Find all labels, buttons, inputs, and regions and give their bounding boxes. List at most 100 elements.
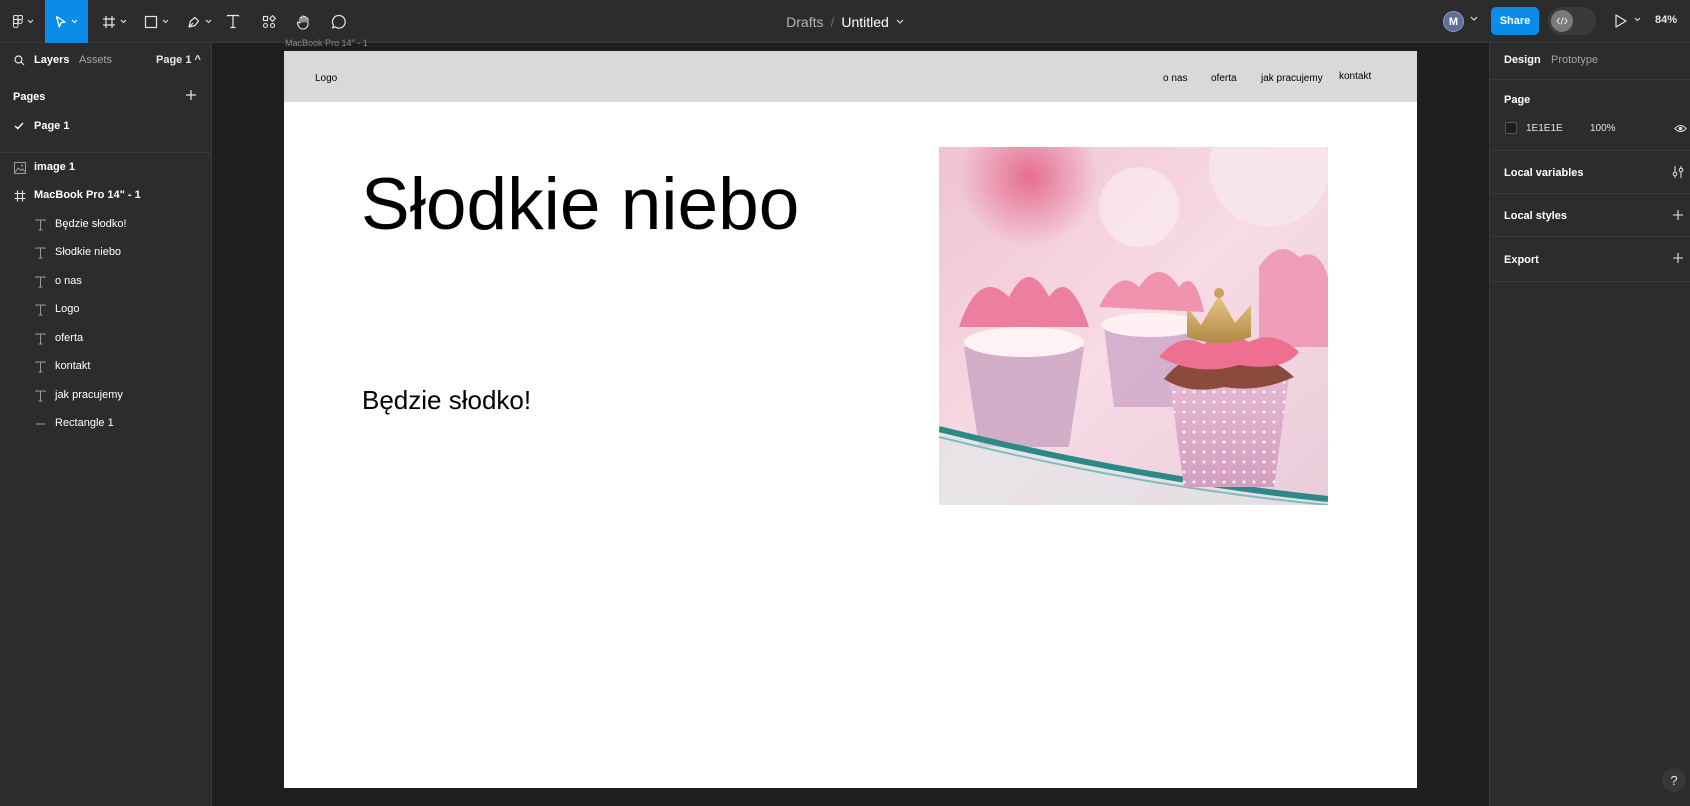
layer-item-o-nas[interactable]: o nas	[0, 269, 211, 295]
add-page-icon[interactable]	[185, 89, 197, 101]
frame-icon	[14, 190, 26, 202]
text-icon	[35, 247, 46, 259]
local-styles-title[interactable]: Local styles	[1504, 210, 1567, 222]
text-icon	[35, 276, 46, 288]
share-button[interactable]: Share	[1491, 7, 1539, 35]
layers-panel: Layers Assets Page 1 ^ Pages Page 1 imag…	[0, 43, 212, 806]
site-nav-bar[interactable]: Logo o nas oferta jak pracujemy kontakt	[284, 51, 1417, 102]
chevron-down-icon	[120, 19, 126, 24]
site-logo-text[interactable]: Logo	[315, 73, 337, 84]
page-item-page-1[interactable]: Page 1	[0, 115, 211, 139]
top-toolbar: Drafts / Untitled M Share 84%	[0, 0, 1690, 43]
code-icon	[1556, 17, 1568, 25]
tab-prototype[interactable]: Prototype	[1551, 54, 1598, 66]
nav-link-kontakt[interactable]: kontakt	[1339, 71, 1371, 82]
panel-divider	[0, 152, 211, 153]
nav-link-oferta[interactable]: oferta	[1211, 73, 1237, 84]
dev-mode-knob	[1551, 10, 1573, 32]
cupcake-image[interactable]	[939, 147, 1328, 505]
breadcrumb-drafts-link[interactable]: Drafts	[786, 14, 823, 30]
hand-icon	[296, 14, 309, 30]
pen-tool-button[interactable]	[181, 0, 217, 43]
page-color-swatch[interactable]	[1505, 122, 1517, 134]
chevron-down-icon[interactable]	[1634, 17, 1641, 22]
hand-tool-button[interactable]	[293, 0, 315, 43]
layer-item-bedzie-slodko[interactable]: Będzie słodko!	[0, 212, 211, 238]
left-panel-tabs: Layers Assets Page 1 ^	[0, 43, 212, 79]
layer-name: image 1	[34, 161, 75, 173]
chevron-down-icon	[162, 19, 168, 24]
text-icon	[35, 304, 46, 316]
page-section-title: Page	[1504, 94, 1531, 106]
chevron-down-icon[interactable]	[896, 19, 904, 24]
components-icon	[262, 14, 276, 28]
layer-name: Słodkie niebo	[55, 246, 122, 258]
tab-layers[interactable]: Layers	[34, 54, 69, 66]
text-icon	[35, 333, 46, 345]
user-avatar[interactable]: M	[1443, 11, 1464, 32]
layer-item-macbook-frame[interactable]: MacBook Pro 14" - 1	[0, 183, 211, 209]
search-icon[interactable]	[14, 55, 25, 66]
eye-icon[interactable]	[1674, 124, 1687, 133]
layer-item-rectangle-1[interactable]: Rectangle 1	[0, 411, 211, 437]
panel-divider	[1490, 193, 1690, 194]
panel-divider	[1490, 150, 1690, 151]
pen-icon	[187, 16, 199, 28]
comment-icon	[331, 14, 346, 29]
chevron-down-icon	[205, 19, 211, 24]
breadcrumb-separator: /	[830, 13, 835, 30]
hero-subtitle[interactable]: Będzie słodko!	[362, 387, 531, 413]
layer-item-oferta[interactable]: oferta	[0, 326, 211, 352]
page-item-label: Page 1	[34, 120, 70, 132]
frame-tool-button[interactable]	[96, 0, 132, 43]
layer-item-logo[interactable]: Logo	[0, 297, 211, 323]
panel-divider	[1490, 281, 1690, 282]
file-title[interactable]: Untitled	[841, 14, 888, 30]
resources-tool-button[interactable]	[258, 0, 280, 43]
zoom-level[interactable]: 84%	[1655, 14, 1677, 26]
help-button[interactable]: ?	[1662, 768, 1686, 792]
main-menu-button[interactable]	[6, 0, 40, 43]
layer-name: kontakt	[55, 360, 91, 372]
tab-design[interactable]: Design	[1504, 54, 1541, 66]
cursor-icon	[55, 15, 66, 28]
text-icon	[35, 219, 46, 231]
chevron-down-icon	[71, 19, 78, 24]
layer-name: MacBook Pro 14" - 1	[34, 189, 141, 201]
hero-title[interactable]: Słodkie niebo	[361, 168, 799, 241]
plus-icon[interactable]	[1672, 209, 1684, 221]
page-selector[interactable]: Page 1 ^	[156, 54, 201, 66]
play-icon[interactable]	[1614, 13, 1628, 29]
chevron-down-icon	[27, 19, 33, 24]
layer-item-image-1[interactable]: image 1	[0, 155, 211, 181]
nav-link-jak-pracujemy[interactable]: jak pracujemy	[1261, 73, 1323, 84]
image-icon	[14, 162, 26, 174]
local-variables-title[interactable]: Local variables	[1504, 167, 1584, 179]
plus-icon[interactable]	[1672, 252, 1684, 264]
layer-item-kontakt[interactable]: kontakt	[0, 354, 211, 380]
shape-tool-button[interactable]	[138, 0, 174, 43]
page-color-opacity[interactable]: 100%	[1590, 123, 1616, 134]
tab-assets[interactable]: Assets	[79, 54, 112, 66]
layer-item-slodkie-niebo[interactable]: Słodkie niebo	[0, 240, 211, 266]
rectangle-icon	[144, 15, 157, 28]
dev-mode-toggle[interactable]	[1548, 7, 1596, 35]
text-icon	[35, 361, 46, 373]
figma-logo-icon	[12, 15, 23, 28]
panel-divider	[1490, 236, 1690, 237]
layer-name: Rectangle 1	[55, 417, 114, 429]
text-tool-button[interactable]	[222, 0, 244, 43]
frame-icon	[102, 15, 115, 28]
frame-label[interactable]: MacBook Pro 14" - 1	[285, 38, 368, 48]
text-icon	[226, 14, 240, 29]
layer-name: Będzie słodko!	[55, 218, 127, 230]
layer-item-jak-pracujemy[interactable]: jak pracujemy	[0, 383, 211, 409]
comment-tool-button[interactable]	[328, 0, 350, 43]
page-color-hex[interactable]: 1E1E1E	[1526, 123, 1563, 134]
nav-link-o-nas[interactable]: o nas	[1163, 73, 1187, 84]
chevron-down-icon[interactable]	[1470, 16, 1478, 21]
export-title[interactable]: Export	[1504, 254, 1539, 266]
move-tool-button[interactable]	[45, 0, 88, 43]
variables-icon[interactable]	[1672, 165, 1684, 179]
macbook-frame[interactable]: Logo o nas oferta jak pracujemy kontakt …	[284, 51, 1417, 788]
